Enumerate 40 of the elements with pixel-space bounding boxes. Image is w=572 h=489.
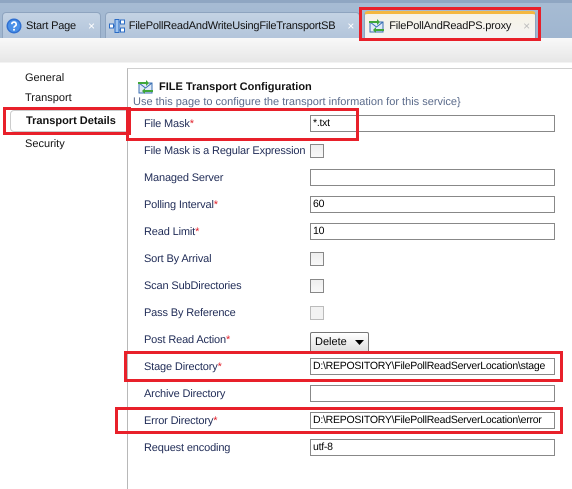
editor-tab[interactable]: Start Page × (2, 12, 101, 38)
help-icon (6, 18, 22, 34)
sidebar-item[interactable]: Security (10, 134, 127, 154)
text-field[interactable]: D:\REPOSITORY\FilePollReadServerLocation\error (310, 412, 555, 429)
text-field[interactable]: D:\REPOSITORY\FilePollReadServerLocation\stage (310, 358, 555, 375)
text-field[interactable]: utf-8 (310, 439, 555, 456)
tab-label: Start Page (26, 20, 76, 32)
field-label: Post Read Action* (144, 334, 232, 346)
dropdown[interactable]: Delete (310, 332, 369, 352)
text-field[interactable] (310, 385, 555, 402)
tab-label: FilePollReadAndWriteUsingFileTransportSB (128, 20, 336, 32)
sidebar-item[interactable]: General (10, 68, 127, 88)
text-field[interactable]: *.txt (310, 115, 555, 132)
envelope-arrows-icon (368, 18, 386, 34)
editor-tab[interactable]: FilePollReadAndWriteUsingFileTransportSB × (104, 12, 360, 38)
checkbox[interactable] (310, 278, 324, 292)
text-field[interactable]: 60 (310, 196, 555, 213)
field-label: Sort By Arrival (144, 252, 212, 264)
field-label: Scan SubDirectories (144, 280, 242, 292)
field-label: File Mask* (144, 118, 195, 130)
envelope-arrows-icon (137, 79, 154, 95)
field-label: Error Directory* (144, 414, 218, 426)
field-label: Stage Directory* (144, 360, 223, 372)
field-label: Pass By Reference (144, 306, 237, 318)
panel-description: Use this page to configure the transport information for this service} (133, 96, 462, 108)
checkbox[interactable] (310, 252, 324, 266)
field-label: Archive Directory (144, 388, 226, 400)
diagram-icon (108, 18, 125, 32)
tab-label: FilePollAndReadPS.proxy (389, 20, 512, 32)
text-field[interactable]: 10 (310, 223, 555, 240)
checkbox[interactable] (310, 144, 324, 158)
field-label: Read Limit* (144, 226, 200, 238)
text-field[interactable] (310, 169, 555, 186)
field-label: File Mask is a Regular Expression (144, 144, 306, 156)
caret-icon (354, 340, 364, 344)
sidebar-item[interactable]: Transport (10, 88, 127, 108)
field-label: Request encoding (144, 442, 232, 454)
field-label: Polling Interval* (144, 198, 219, 210)
panel-title: FILE Transport Configuration (159, 81, 312, 93)
field-label: Managed Server (144, 172, 224, 184)
